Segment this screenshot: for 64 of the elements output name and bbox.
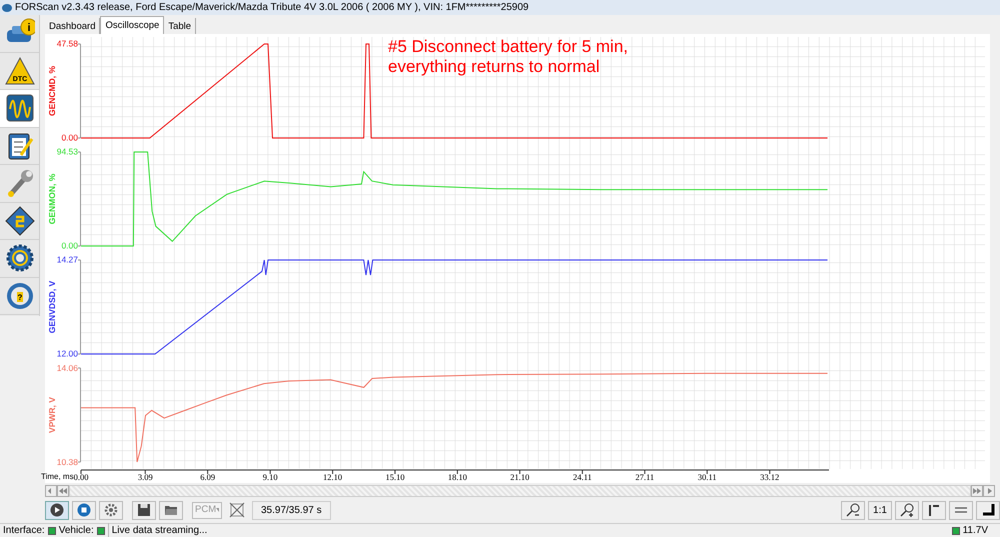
tick-label: 27.11	[635, 472, 654, 482]
crossed-box-icon[interactable]	[229, 502, 245, 518]
scroll-button[interactable]	[57, 484, 69, 496]
toolbar-button[interactable]: 1:1	[868, 500, 892, 520]
tab[interactable]: Oscilloscope	[100, 16, 164, 34]
tick-label: 6.09	[200, 472, 216, 482]
settings-icon	[104, 503, 118, 517]
caret-icon	[216, 508, 219, 512]
toolbar-button[interactable]	[159, 500, 183, 520]
tick-label: 3.09	[138, 472, 153, 482]
app-icon	[2, 3, 12, 12]
zoom-out-icon	[846, 503, 860, 517]
step-forward-icon	[985, 488, 993, 494]
play-icon	[50, 503, 64, 517]
tick-label: 14.27	[56, 254, 78, 264]
axis-title: GENVDSD, V	[47, 280, 57, 334]
tick-label: 24.11	[572, 472, 592, 482]
cursor-tool-icon	[927, 503, 941, 517]
tick-label: 9.10	[262, 472, 278, 482]
toolbar-button[interactable]	[841, 500, 865, 520]
tick-label: 14.06	[56, 363, 78, 374]
gear-icon	[4, 243, 34, 274]
save-icon	[137, 503, 151, 517]
tick-label: 30.11	[698, 472, 717, 482]
axis-title: GENMON, %	[47, 174, 57, 224]
tick-label: 18.10	[448, 472, 467, 482]
toolbar-button[interactable]	[895, 500, 919, 520]
tick-label: 12.00	[56, 348, 78, 358]
scroll-button[interactable]	[971, 484, 983, 496]
axis-title: GENCMD, %	[47, 66, 57, 116]
waveform-icon	[4, 93, 34, 124]
status-label: Vehicle:	[58, 524, 94, 537]
tick-label: 0.00	[61, 240, 78, 250]
window-title: FORScan v2.3.43 release, Ford Escape/Maverick/Mazda Tribute 4V 3.0L 2006 ( 2006 MY ), VIN: 1FM*********25909	[15, 1, 529, 15]
tick-label: 12.10	[323, 472, 342, 482]
toolbar-button[interactable]	[922, 500, 946, 520]
folder-icon	[164, 503, 178, 517]
zoom-in-icon	[900, 503, 914, 517]
rewind-icon	[59, 488, 67, 494]
time-readout: 35.97/35.97 s	[252, 500, 331, 520]
voltage-text: 11.7V	[962, 524, 988, 537]
tick-label: 47.58	[56, 38, 78, 48]
tick-label: 0.00	[74, 472, 88, 482]
tick-label: 33.12	[760, 472, 780, 482]
toolbar-button[interactable]	[132, 500, 156, 520]
toolbar-button[interactable]	[45, 500, 69, 520]
tick-label: 10.38	[56, 457, 78, 468]
tick-label: 94.53	[56, 146, 78, 156]
scroll-button[interactable]	[983, 484, 995, 496]
status-message: Live data streaming...	[108, 523, 208, 537]
tick-label: 15.10	[385, 472, 405, 482]
stop-icon	[77, 503, 91, 517]
axis-title: VPWR, V	[47, 397, 57, 433]
axis-title: Time, ms	[41, 472, 74, 481]
status-label: Interface:	[3, 524, 45, 537]
corner-icon	[981, 503, 995, 517]
tick-label: 0.00	[61, 132, 78, 142]
tick-label: 21.10	[510, 472, 530, 482]
toolbar-button[interactable]	[976, 500, 1000, 520]
sidebar-item[interactable]	[0, 90, 39, 128]
toolbar-button[interactable]	[949, 500, 973, 520]
scroll-button[interactable]	[45, 484, 57, 496]
fast-forward-icon	[973, 488, 981, 494]
annotation-text: #5 Disconnect battery for 5 min, everything returns to normal	[388, 37, 628, 77]
